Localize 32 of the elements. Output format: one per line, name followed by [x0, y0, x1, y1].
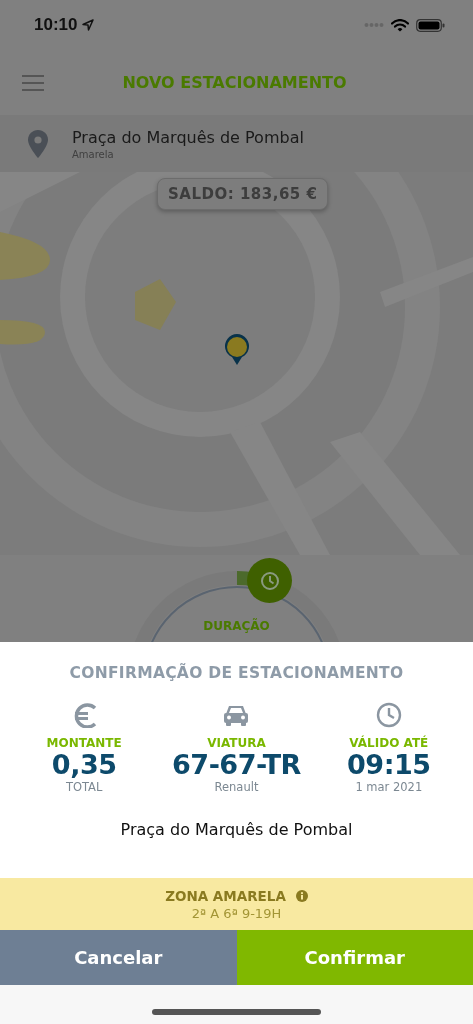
location-arrow-icon	[82, 19, 95, 31]
item-subtitle: 1 mar 2021	[355, 780, 423, 794]
signal-icon	[364, 22, 384, 28]
item-value: 09:15	[347, 750, 431, 780]
item-label: VIATURA	[207, 736, 266, 750]
zone-hours: 2ª A 6ª 9-19H	[191, 905, 282, 921]
item-value: 0,35	[51, 750, 117, 780]
battery-icon	[416, 18, 445, 32]
place-name: Praça do Marquês de Pombal	[120, 820, 353, 839]
location-zone: Amarela	[72, 148, 115, 160]
info-icon[interactable]	[295, 889, 308, 902]
item-subtitle: Renault	[214, 780, 259, 794]
map-pin-icon	[224, 334, 250, 366]
item-label: VÁLIDO ATÉ	[349, 736, 429, 750]
screen-title: NOVO ESTACIONAMENTO	[121, 73, 348, 92]
item-value: 67-67-TR	[172, 750, 301, 780]
location-bar[interactable]: Praça do Marquês de Pombal Amarela	[0, 115, 473, 172]
status-time: 10:10	[34, 15, 78, 35]
duration-label: DURAÇÃO	[203, 618, 270, 634]
clock-icon	[375, 702, 402, 728]
sheet-title: CONFIRMAÇÃO DE ESTACIONAMENTO	[69, 664, 404, 682]
clock-icon	[259, 570, 280, 591]
balance-badge: SALDO: 183,65 €	[157, 178, 329, 210]
item-subtitle: TOTAL	[65, 780, 103, 794]
cancel-button[interactable]: Cancelar	[0, 930, 237, 985]
confirm-button[interactable]: Confirmar	[236, 930, 473, 985]
location-name: Praça do Marquês de Pombal	[72, 127, 304, 147]
location-pin-icon	[28, 129, 48, 158]
item-label: MONTANTE	[46, 736, 122, 750]
zone-name: ZONA AMARELA	[165, 887, 286, 904]
wifi-icon	[391, 18, 409, 32]
clock-button[interactable]	[247, 558, 292, 603]
